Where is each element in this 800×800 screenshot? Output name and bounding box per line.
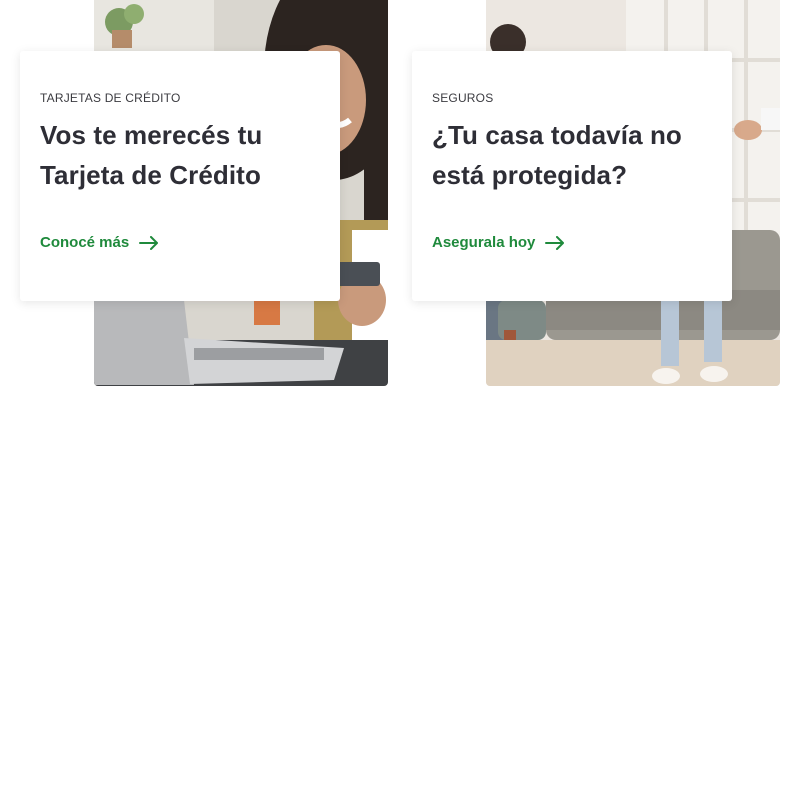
home-insurance-promo-card: SEGUROS ¿Tu casa todavía no está protegi… (412, 51, 732, 301)
arrow-right-icon (545, 235, 565, 250)
cta-label: Conocé más (40, 234, 130, 251)
arrow-right-icon (139, 235, 159, 250)
promo-title: ¿Tu casa todavía no está protegida? (432, 120, 682, 190)
cta-label: Asegurala hoy (432, 234, 536, 251)
promo-category: SEGUROS (432, 91, 494, 105)
page: TARJETAS DE CRÉDITO Vos te merecés tu Ta… (0, 0, 800, 800)
promo-title: Vos te merecés tu Tarjeta de Crédito (40, 120, 263, 190)
credit-card-promo-card: TARJETAS DE CRÉDITO Vos te merecés tu Ta… (20, 51, 340, 301)
promo-category: TARJETAS DE CRÉDITO (40, 91, 181, 105)
promo-home-insurance: SEGUROS ¿Tu casa todavía no está protegi… (392, 0, 792, 386)
asegurala-hoy-link[interactable]: Asegurala hoy (432, 234, 565, 251)
conoce-mas-link[interactable]: Conocé más (40, 234, 159, 251)
promo-credit-card: TARJETAS DE CRÉDITO Vos te merecés tu Ta… (0, 0, 392, 386)
